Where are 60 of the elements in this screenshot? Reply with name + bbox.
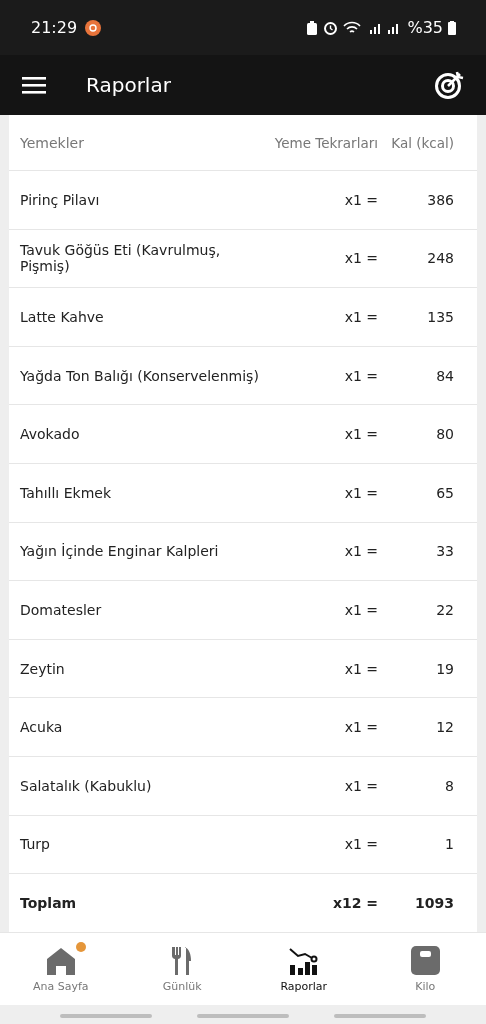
repeat-count: x1 = [343,543,378,560]
nav-tab[interactable]: Ana Sayfa [0,933,122,1005]
menu-icon[interactable] [22,75,46,95]
total-label: Toplam [20,895,78,912]
food-name: Acuka [20,719,64,736]
battery-icon [448,20,456,35]
repeat-count: x1 = [343,426,378,443]
wifi-icon [343,20,364,35]
repeat-count: x1 = [343,601,378,618]
repeat-count: x1 = [343,367,378,384]
food-name: Avokado [20,426,81,443]
nav-tab[interactable]: Kilo [364,933,486,1005]
calorie-value: 84 [435,367,454,384]
food-name: Salatalık (Kabuklu) [20,777,153,794]
repeat-count: x1 = [343,660,378,677]
total-calories: 1093 [414,895,454,912]
total-count: x12 = [331,895,378,912]
alarm-icon [323,20,339,35]
calorie-value: 22 [435,601,454,618]
calorie-value: 8 [444,777,454,794]
food-name: Domatesler [20,601,103,618]
repeat-count: x1 = [343,836,378,853]
status-time: 21:29 [31,18,78,37]
column-header: Yeme Tekrarları [273,133,378,153]
calorie-value: 33 [435,543,454,560]
column-header: Kal (kcal) [390,133,454,153]
column-header: Yemekler [20,134,85,151]
food-name: Turp [20,836,51,853]
chart-icon [288,946,319,975]
food-name: Tavuk Göğüs Eti (Kavrulmuş, Pişmiş) [20,242,222,275]
repeat-count: x1 = [343,484,378,501]
food-name: Zeytin [20,660,66,677]
calorie-value: 386 [426,191,454,208]
food-name: Pirinç Pilavı [20,191,101,208]
repeat-count: x1 = [343,719,378,736]
calorie-value: 80 [435,426,454,443]
scale-icon [410,946,440,975]
screen-title: Raporlar [86,73,171,97]
fork-knife-icon [171,945,194,976]
calorie-value: 135 [426,309,454,325]
calorie-value: 65 [435,484,454,501]
food-name: Yağın İçinde Enginar Kalpleri [20,543,220,560]
calorie-value: 19 [435,660,454,677]
food-name: Yağda Ton Balığı (Konservelenmiş) [20,367,260,384]
notification-icon [85,19,102,36]
calorie-value: 1 [444,836,454,853]
food-name: Tahıllı Ekmek [20,484,112,501]
calorie-value: 12 [435,719,454,736]
food-name: Latte Kahve [20,309,105,325]
repeat-count: x1 = [343,191,378,208]
target-icon[interactable] [434,70,464,100]
calorie-value: 248 [426,250,454,267]
repeat-count: x1 = [343,309,378,325]
battery-percent: %35 [407,18,443,37]
repeat-count: x1 = [343,777,378,794]
nav-tab[interactable]: Günlük [121,933,243,1005]
nav-tab[interactable]: Raporlar [243,933,365,1005]
battery-saver-icon [306,20,319,35]
home-icon [45,946,76,975]
repeat-count: x1 = [343,250,378,267]
